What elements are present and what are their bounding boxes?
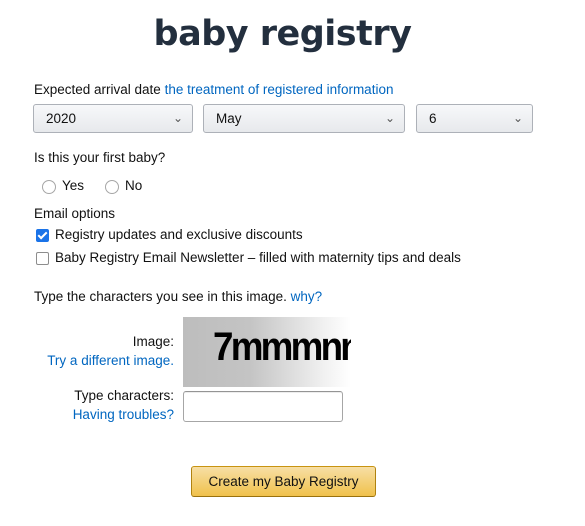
captcha-instruction: Type the characters you see in this imag…: [34, 289, 287, 304]
having-troubles-link[interactable]: Having troubles?: [20, 407, 174, 422]
captcha-image-label: Image:: [132, 334, 174, 349]
chevron-down-icon: ⌄: [512, 111, 523, 125]
registered-info-link[interactable]: the treatment of registered information: [165, 82, 394, 97]
captcha-image: 7mmmnn: [183, 317, 351, 387]
month-select-value: May: [216, 111, 242, 126]
chevron-down-icon: ⌄: [384, 111, 395, 125]
year-select-value: 2020: [46, 111, 77, 126]
newsletter-checkbox[interactable]: [36, 252, 49, 265]
arrival-date-label-row: Expected arrival date the treatment of r…: [34, 82, 393, 97]
create-registry-button[interactable]: Create my Baby Registry: [191, 466, 376, 497]
email-options-heading: Email options: [34, 206, 116, 221]
first-baby-question: Is this your first baby?: [34, 150, 166, 165]
day-select-value: 6: [429, 111, 437, 126]
day-select[interactable]: 6 ⌄: [416, 104, 533, 133]
captcha-image-text: 7mmmnn: [213, 325, 351, 369]
captcha-input[interactable]: [183, 391, 343, 422]
year-select[interactable]: 2020 ⌄: [33, 104, 193, 133]
newsletter-label[interactable]: Baby Registry Email Newsletter – filled …: [55, 250, 461, 265]
captcha-instruction-row: Type the characters you see in this imag…: [34, 289, 322, 304]
first-baby-yes-radio[interactable]: [42, 180, 56, 194]
first-baby-no-label[interactable]: No: [125, 178, 142, 193]
captcha-why-link[interactable]: why?: [291, 289, 323, 304]
try-different-image-link[interactable]: Try a different image.: [20, 353, 174, 368]
month-select[interactable]: May ⌄: [203, 104, 405, 133]
arrival-date-label: Expected arrival date: [34, 82, 161, 97]
first-baby-no-radio[interactable]: [105, 180, 119, 194]
registry-updates-checkbox[interactable]: [36, 229, 49, 242]
page-title: baby registry: [153, 14, 412, 54]
registry-updates-label[interactable]: Registry updates and exclusive discounts: [55, 227, 303, 242]
chevron-down-icon: ⌄: [172, 111, 183, 125]
type-characters-label: Type characters:: [74, 388, 174, 403]
first-baby-yes-label[interactable]: Yes: [62, 178, 84, 193]
